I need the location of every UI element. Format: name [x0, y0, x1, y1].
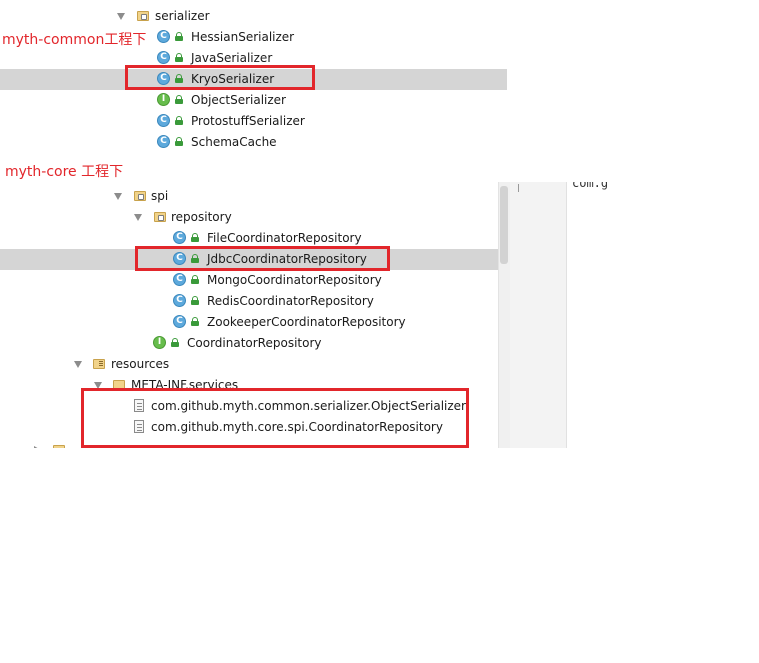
tree-row-class[interactable]: C ZookeeperCoordinatorRepository — [0, 312, 498, 333]
editor-code-text[interactable]: com.g — [572, 182, 608, 190]
collapse-arrow-icon[interactable] — [114, 193, 122, 200]
lock-icon — [175, 137, 183, 146]
editor-gutter-mark — [518, 184, 519, 192]
class-icon: C — [173, 231, 186, 244]
tree-row-repository-folder[interactable]: repository — [0, 207, 498, 228]
tree-row-partial-bottom — [0, 150, 507, 155]
class-icon: C — [157, 51, 170, 64]
class-icon: C — [157, 30, 170, 43]
highlight-box-kryo — [125, 65, 315, 90]
folder-label: resources — [111, 357, 170, 371]
package-folder-icon — [137, 11, 149, 21]
class-label: MongoCoordinatorRepository — [207, 273, 382, 287]
collapse-arrow-icon[interactable] — [117, 13, 125, 20]
class-label: ZookeeperCoordinatorRepository — [207, 315, 406, 329]
editor-gutter — [510, 182, 567, 448]
lock-icon — [175, 95, 183, 104]
annotation-myth-core: myth-core 工程下 — [5, 164, 124, 180]
lock-icon — [175, 32, 183, 41]
lock-icon — [191, 317, 199, 326]
tree-row-interface[interactable]: I CoordinatorRepository — [0, 333, 498, 354]
class-label: ProtostuffSerializer — [191, 114, 305, 128]
class-label: HessianSerializer — [191, 30, 295, 44]
tree-row-class[interactable]: C MongoCoordinatorRepository — [0, 270, 498, 291]
lock-icon — [175, 53, 183, 62]
highlight-box-jdbc — [135, 246, 390, 271]
highlight-box-service-files — [81, 388, 469, 448]
interface-label: ObjectSerializer — [191, 93, 286, 107]
lock-icon — [171, 338, 179, 347]
tree-row-interface[interactable]: I ObjectSerializer — [0, 90, 507, 111]
resources-folder-icon — [93, 359, 105, 369]
lock-icon — [175, 116, 183, 125]
folder-icon — [53, 445, 65, 448]
lock-icon — [191, 233, 199, 242]
tree-row-resources-folder[interactable]: resources — [0, 354, 498, 375]
class-icon: C — [157, 114, 170, 127]
collapse-arrow-icon[interactable] — [134, 214, 142, 221]
tree-row-spi-folder[interactable]: spi — [0, 186, 498, 207]
tree-row-class[interactable]: C RedisCoordinatorRepository — [0, 291, 498, 312]
interface-icon: I — [153, 336, 166, 349]
class-label: RedisCoordinatorRepository — [207, 294, 374, 308]
lock-icon — [191, 275, 199, 284]
package-folder-icon — [134, 191, 146, 201]
scrollbar-thumb[interactable] — [500, 186, 508, 264]
editor-area: com.g — [510, 182, 759, 448]
annotation-myth-common: myth-common工程下 — [2, 32, 147, 48]
class-icon: C — [173, 294, 186, 307]
class-icon: C — [157, 135, 170, 148]
package-folder-icon — [154, 212, 166, 222]
lock-icon — [191, 296, 199, 305]
expand-arrow-icon[interactable] — [34, 446, 41, 448]
tree-row-class[interactable]: C ProtostuffSerializer — [0, 111, 507, 132]
interface-icon: I — [157, 93, 170, 106]
folder-label: spi — [151, 189, 169, 203]
class-icon: C — [173, 315, 186, 328]
tree-row-serializer-folder[interactable]: serializer — [0, 6, 507, 27]
folder-label: serializer — [155, 9, 210, 23]
interface-label: CoordinatorRepository — [187, 336, 322, 350]
class-icon: C — [173, 273, 186, 286]
folder-label: repository — [171, 210, 232, 224]
collapse-arrow-icon[interactable] — [74, 361, 82, 368]
